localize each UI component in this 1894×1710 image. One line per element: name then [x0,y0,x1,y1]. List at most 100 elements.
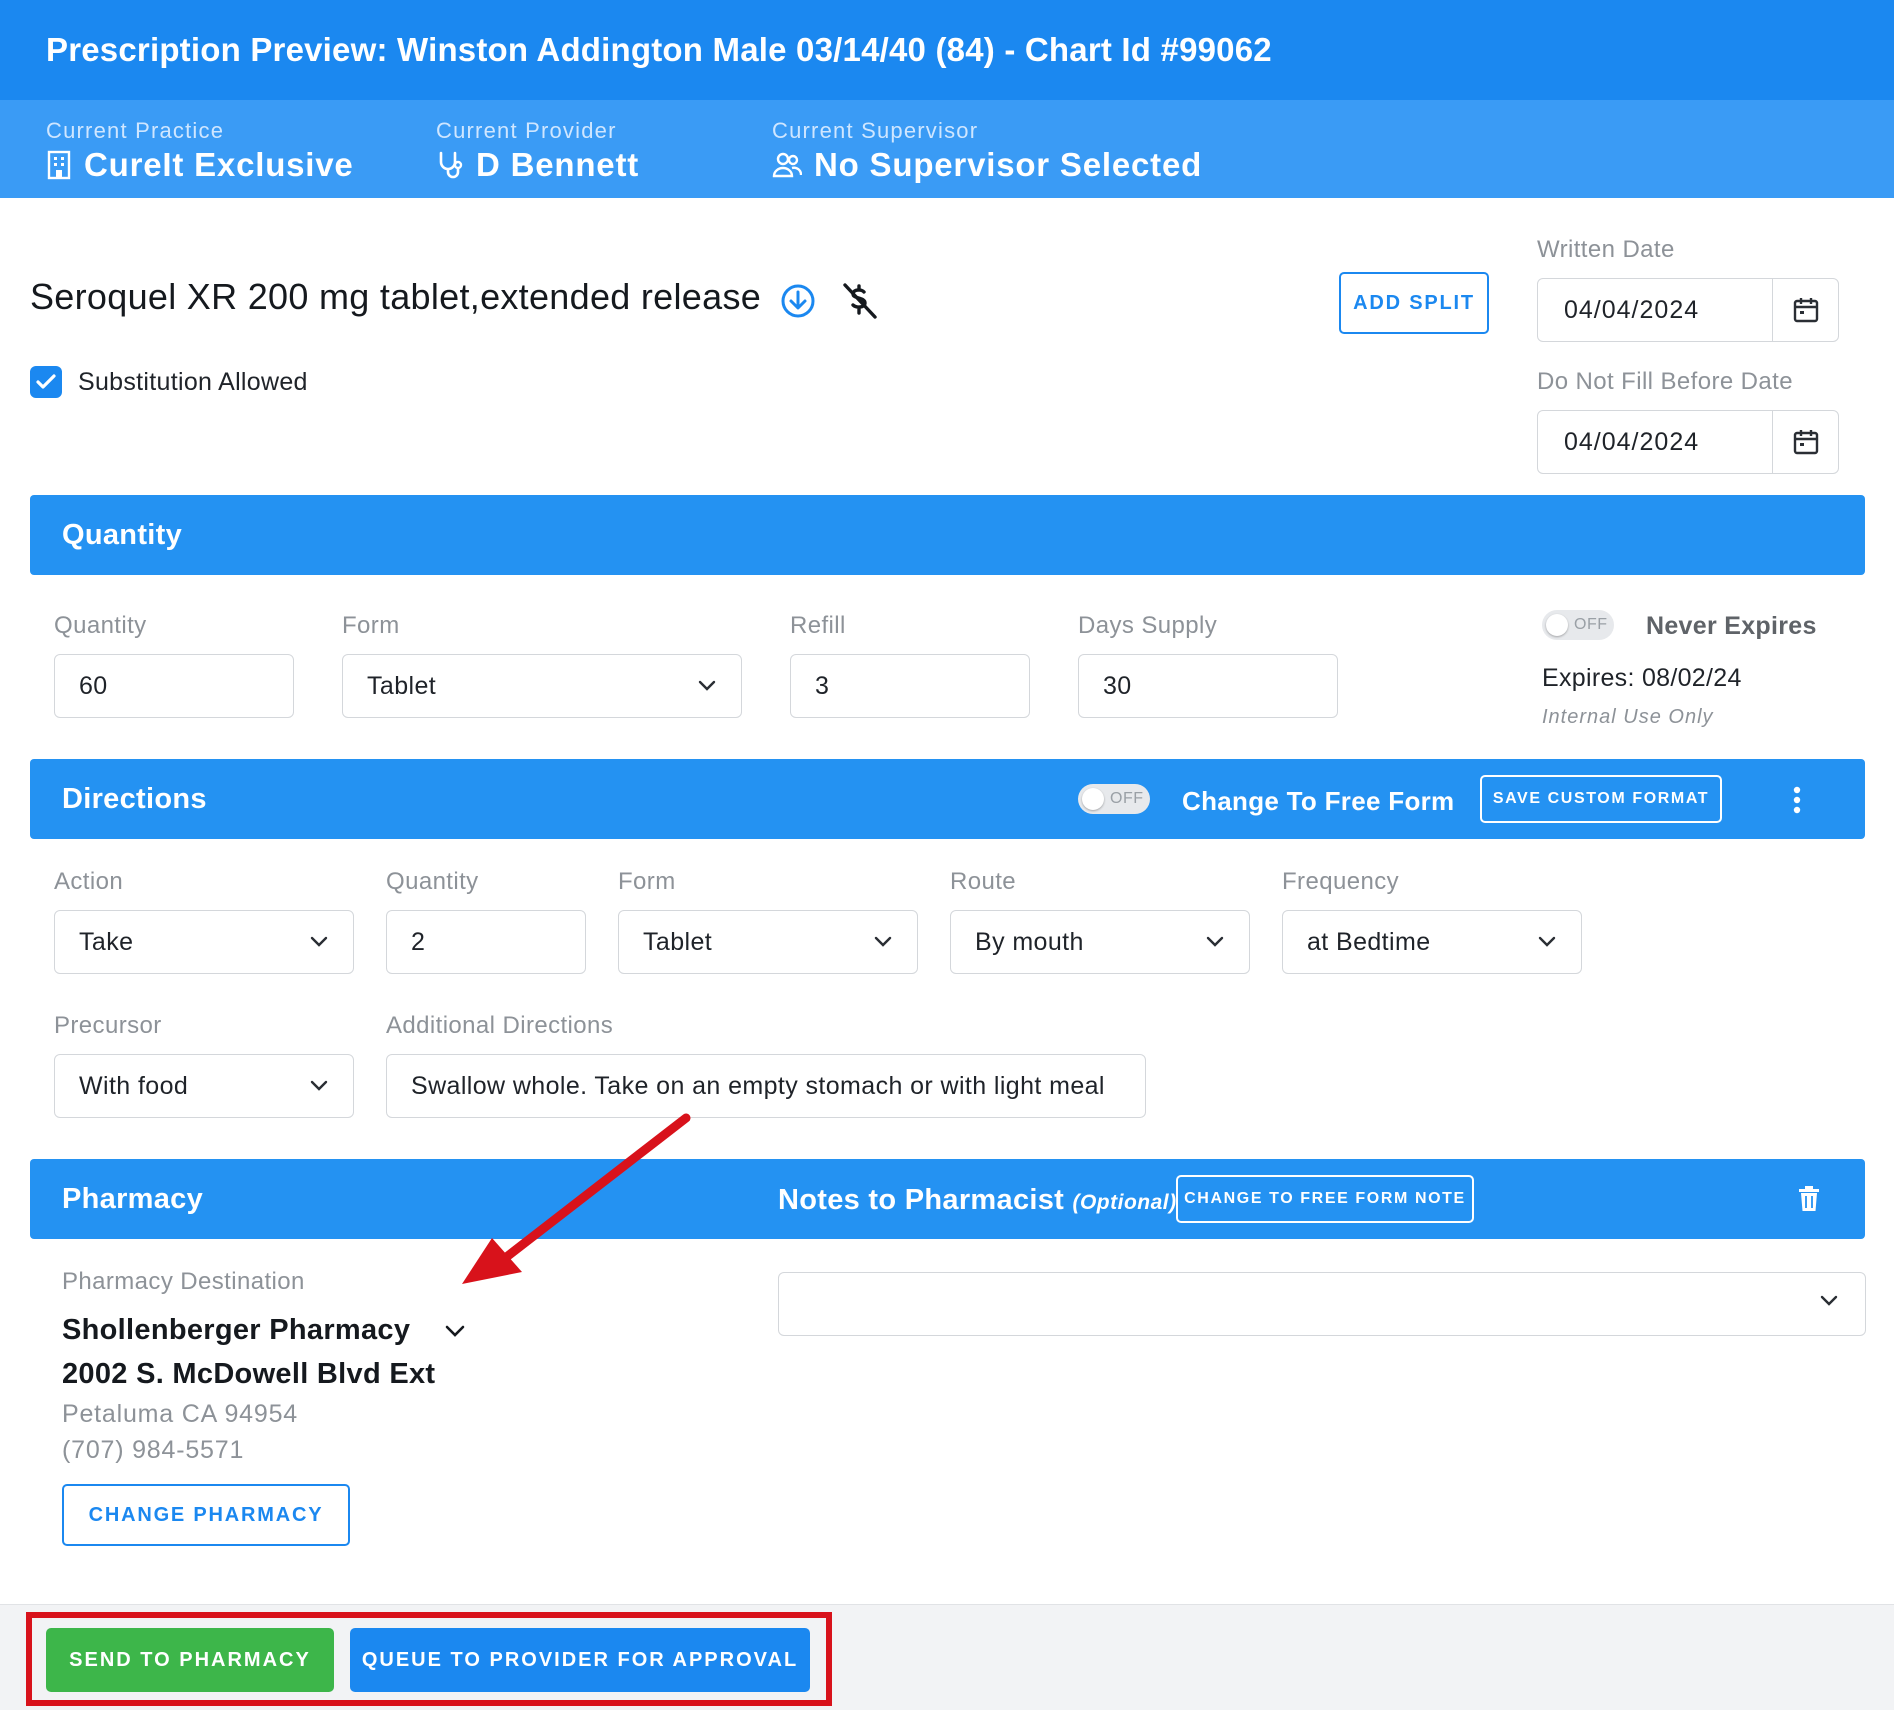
quantity-section-title: Quantity [62,519,183,551]
refill-label: Refill [790,612,846,639]
do-not-fill-calendar-button[interactable] [1772,411,1838,473]
trash-icon[interactable] [1798,1185,1820,1213]
dose-quantity-label: Quantity [386,868,479,895]
change-to-free-form-note-button[interactable]: CHANGE TO FREE FORM NOTE [1176,1175,1474,1223]
route-label: Route [950,868,1017,895]
directions-section-title: Directions [62,783,207,815]
days-supply-value: 30 [1103,671,1132,700]
form-select[interactable]: Tablet [342,654,742,718]
no-dollar-icon[interactable] [838,280,880,322]
title-bar: Prescription Preview: Winston Addington … [0,0,1894,100]
frequency-field: Frequency at Bedtime [1282,868,1582,974]
quantity-label: Quantity [54,612,147,639]
written-date-input[interactable]: 04/04/2024 [1537,278,1839,342]
more-vertical-icon[interactable] [1792,785,1802,815]
current-provider-label: Current Provider [436,118,617,143]
written-date-value[interactable]: 04/04/2024 [1538,296,1774,325]
current-provider-value: D Bennett [476,146,640,183]
never-expires-label: Never Expires [1646,612,1817,640]
additional-directions-value: Swallow whole. Take on an empty stomach … [411,1071,1105,1100]
calendar-icon [1793,430,1818,455]
dose-quantity-input[interactable]: 2 [386,910,586,974]
days-supply-field: Days Supply 30 [1078,612,1338,718]
days-supply-input[interactable]: 30 [1078,654,1338,718]
do-not-fill-date-label: Do Not Fill Before Date [1537,368,1793,395]
pharmacy-city: Petaluma CA 94954 [62,1400,298,1428]
dose-form-select[interactable]: Tablet [618,910,918,974]
add-split-button[interactable]: ADD SPLIT [1339,272,1489,334]
drug-name: Seroquel XR 200 mg tablet,extended relea… [30,276,762,317]
form-field: Form Tablet [342,612,742,718]
current-supervisor: Current Supervisor No Supervisor Selecte… [772,118,1202,184]
notes-to-pharmacist-select[interactable] [778,1272,1866,1336]
expires-text: Expires: 08/02/24 [1542,664,1742,692]
precursor-field: Precursor With food [54,1012,354,1118]
current-supervisor-value: No Supervisor Selected [814,146,1203,183]
toggle-state: OFF [1110,790,1144,807]
dose-form-label: Form [618,868,676,895]
current-supervisor-label: Current Supervisor [772,118,979,143]
written-date-label: Written Date [1537,236,1675,263]
form-value: Tablet [367,671,437,700]
stethoscope-icon [439,151,463,179]
refill-value: 3 [815,671,830,700]
action-field: Action Take [54,868,354,974]
precursor-label: Precursor [54,1012,162,1039]
precursor-select[interactable]: With food [54,1054,354,1118]
current-practice-value: CureIt Exclusive [84,146,354,183]
quantity-input[interactable]: 60 [54,654,294,718]
current-practice-value-row: CureIt Exclusive [46,146,354,184]
notes-optional-text: (Optional) [1072,1191,1177,1214]
directions-section-header: Directions OFF SAVE CUSTOM FORMAT [30,759,1865,839]
annotation-highlight-box [26,1612,832,1706]
frequency-select[interactable]: at Bedtime [1282,910,1582,974]
substitution-allowed[interactable]: Substitution Allowed [30,366,308,398]
days-supply-label: Days Supply [1078,612,1218,639]
substitution-checkbox[interactable] [30,366,62,398]
chevron-down-icon[interactable] [444,1324,466,1338]
route-field: Route By mouth [950,868,1250,974]
chevron-down-icon [1538,936,1556,947]
additional-directions-input[interactable]: Swallow whole. Take on an empty stomach … [386,1054,1146,1118]
refill-field: Refill 3 [790,612,1030,718]
free-form-toggle[interactable]: OFF [1078,784,1150,814]
page-title: Prescription Preview: Winston Addington … [46,31,1272,68]
substitution-label: Substitution Allowed [78,367,308,396]
form-label: Form [342,612,400,639]
do-not-fill-date: Do Not Fill Before Date 04/04/2024 [1537,368,1839,474]
toggle-knob [1546,614,1568,636]
route-select[interactable]: By mouth [950,910,1250,974]
do-not-fill-date-value[interactable]: 04/04/2024 [1538,428,1774,457]
chevron-down-icon [1820,1295,1838,1306]
change-to-free-form-label[interactable]: Change To Free Form [1182,786,1454,817]
action-label: Action [54,868,124,895]
pharmacy-destination-label: Pharmacy Destination [62,1268,305,1295]
internal-use-text: Internal Use Only [1542,706,1714,728]
chevron-down-icon [874,936,892,947]
pharmacy-phone: (707) 984-5571 [62,1436,245,1464]
check-icon [36,374,56,389]
calendar-icon [1793,298,1818,323]
never-expires-toggle[interactable]: OFF [1542,610,1614,640]
written-date: Written Date 04/04/2024 [1537,236,1839,342]
download-circle-icon[interactable] [780,283,816,319]
do-not-fill-date-input[interactable]: 04/04/2024 [1537,410,1839,474]
precursor-value: With food [79,1071,189,1100]
additional-directions-label: Additional Directions [386,1012,614,1039]
drug-icons [780,280,880,322]
pharmacy-address: 2002 S. McDowell Blvd Ext [62,1358,436,1390]
written-date-calendar-button[interactable] [1772,279,1838,341]
dose-form-field: Form Tablet [618,868,918,974]
current-supervisor-value-row: No Supervisor Selected [772,146,1202,184]
pharmacy-name-dropdown[interactable]: Shollenberger Pharmacy [62,1314,466,1347]
action-select[interactable]: Take [54,910,354,974]
change-pharmacy-button[interactable]: CHANGE PHARMACY [62,1484,350,1546]
dose-form-value: Tablet [643,927,713,956]
pharmacy-section-title: Pharmacy [62,1183,204,1215]
current-provider-value-row: D Bennett [436,146,639,184]
frequency-label: Frequency [1282,868,1399,895]
notes-title-text: Notes to Pharmacist [778,1184,1065,1216]
save-custom-format-button[interactable]: SAVE CUSTOM FORMAT [1480,775,1722,823]
quantity-section-header: Quantity [30,495,1865,575]
refill-input[interactable]: 3 [790,654,1030,718]
